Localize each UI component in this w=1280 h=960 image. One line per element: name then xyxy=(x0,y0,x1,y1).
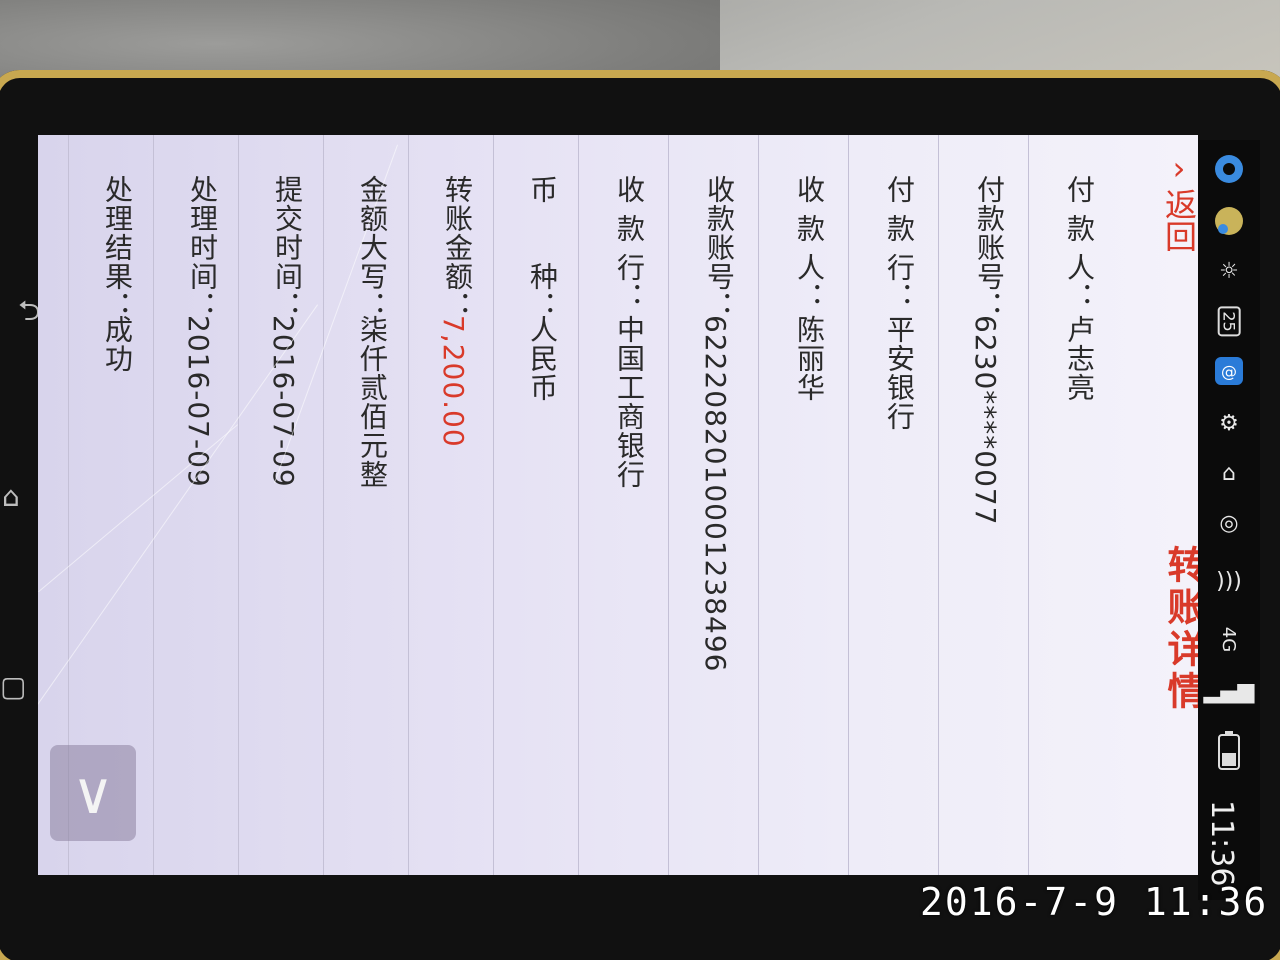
network-type: 4G xyxy=(1218,626,1240,652)
app-notification-icon xyxy=(1208,148,1250,190)
page-title: 转账详情 xyxy=(1161,545,1198,713)
settings-icon: ⚙ xyxy=(1219,410,1239,436)
row-value: 柒仟贰佰元整 xyxy=(356,315,389,489)
row-value: 成功 xyxy=(101,315,134,373)
floating-check-button[interactable]: ∨ xyxy=(50,745,136,841)
row-label: 收 款 行： xyxy=(613,175,646,311)
app-icon: @ xyxy=(1208,350,1250,392)
transfer-amount: 7,200.00 xyxy=(437,315,470,448)
home-nav-icon[interactable]: ⌂ xyxy=(2,480,20,513)
row-value: 卢志亮 xyxy=(1063,315,1096,402)
svg-text:@: @ xyxy=(1221,362,1237,381)
row-label: 提交时间： xyxy=(271,175,304,320)
recents-nav-icon[interactable]: ▢ xyxy=(0,670,26,703)
row-label: 币 种： xyxy=(526,175,559,320)
row-label: 转账金额： xyxy=(441,175,474,320)
row-value: 陈丽华 xyxy=(793,315,826,402)
row-value: 2016-07-09 xyxy=(182,315,215,488)
row-label: 付款账号： xyxy=(973,175,1006,320)
signal-icon: ▂▄▆ xyxy=(1203,678,1255,704)
row-value: 6222082010001238496 xyxy=(699,315,732,673)
avatar-icon xyxy=(1208,200,1250,242)
row-value: 6230****0077 xyxy=(969,315,1002,526)
list-item: 转账金额： 7,200.00 xyxy=(408,135,494,875)
weather-icon: ☼ xyxy=(1219,258,1239,284)
list-item: 收款账号： 6222082010001238496 xyxy=(668,135,759,875)
list-item: 处理时间： 2016-07-09 xyxy=(153,135,239,875)
list-item: 付 款 人： 卢志亮 xyxy=(1028,135,1119,875)
row-label: 付 款 行： xyxy=(883,175,916,311)
status-time: 11:36 xyxy=(1204,800,1239,887)
app-screen: ‹ 返回 转账详情 付 款 人： 卢志亮 付款账号： 6230****0077 … xyxy=(38,135,1198,875)
broom-icon: ⌂ xyxy=(1222,460,1236,486)
shield-icon: ◎ xyxy=(1219,510,1239,536)
status-bar: ☼ 25 @ ⚙ ⌂ ◎ ))) 4G ▂▄▆ 11:36 xyxy=(1198,140,1260,900)
row-label: 金额大写： xyxy=(356,175,389,320)
list-item: 币 种： 人民币 xyxy=(493,135,579,875)
row-value: 平安银行 xyxy=(883,315,916,431)
list-item: 收 款 行： 中国工商银行 xyxy=(578,135,669,875)
back-label: 返回 xyxy=(1160,187,1198,252)
list-item: 付 款 行： 平安银行 xyxy=(848,135,939,875)
row-label: 处理结果： xyxy=(101,175,134,320)
chevron-left-icon: ‹ xyxy=(1172,152,1186,191)
list-item: 金额大写： 柒仟贰佰元整 xyxy=(323,135,409,875)
list-item: 付款账号： 6230****0077 xyxy=(938,135,1029,875)
row-label: 收 款 人： xyxy=(793,175,826,311)
photo-timestamp: 2016-7-9 11:36 xyxy=(920,880,1269,924)
row-value: 2016-07-09 xyxy=(267,315,300,488)
wifi-icon: ))) xyxy=(1216,568,1242,594)
back-button[interactable]: ‹ 返回 xyxy=(1156,152,1198,252)
row-label: 收款账号： xyxy=(703,175,736,320)
row-label: 付 款 人： xyxy=(1063,175,1096,311)
row-value: 人民币 xyxy=(526,315,559,402)
battery-icon xyxy=(1208,730,1250,772)
row-value: 中国工商银行 xyxy=(613,315,646,489)
list-item: 收 款 人： 陈丽华 xyxy=(758,135,849,875)
row-label: 处理时间： xyxy=(186,175,219,320)
notification-badge: 25 xyxy=(1208,300,1250,342)
chevron-down-icon: ∨ xyxy=(71,759,115,827)
list-item: 提交时间： 2016-07-09 xyxy=(238,135,324,875)
